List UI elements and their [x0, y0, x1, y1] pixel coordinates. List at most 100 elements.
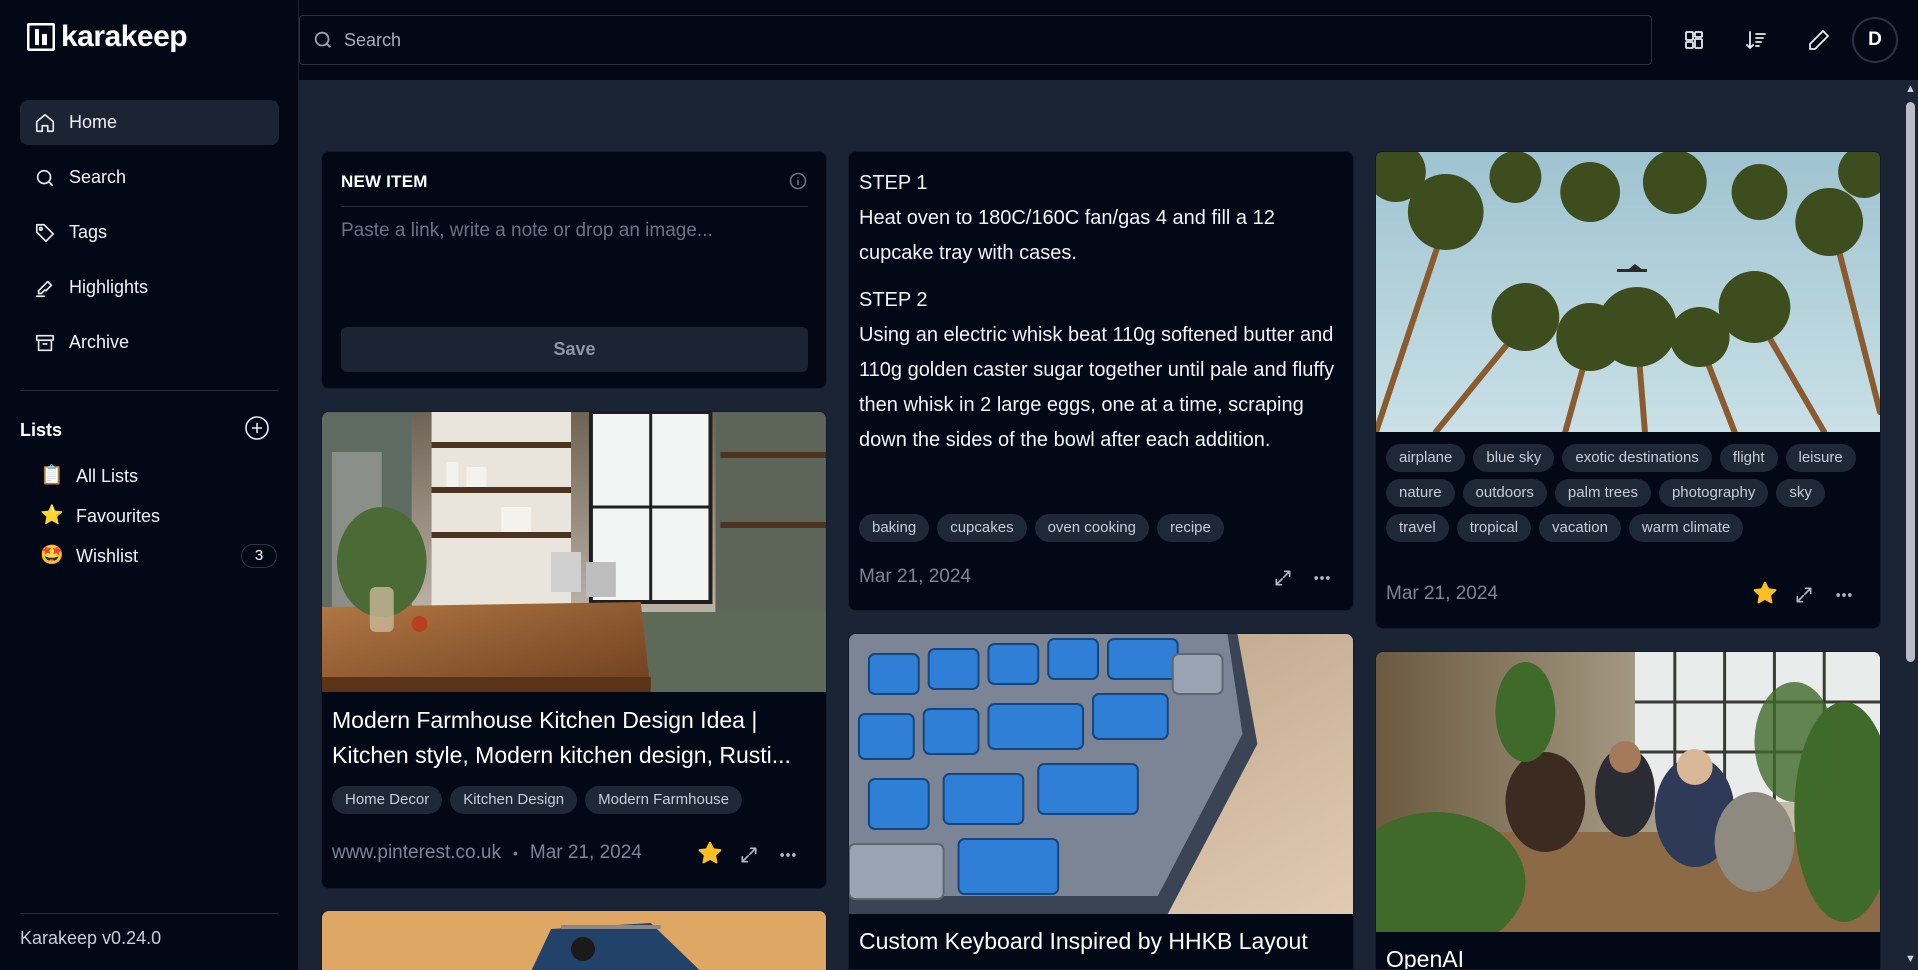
user-avatar[interactable]: D [1852, 17, 1898, 63]
bookmark-date: Mar 21, 2024 [529, 842, 642, 863]
new-item-input[interactable] [341, 220, 808, 310]
add-list-button[interactable] [244, 415, 270, 446]
bookmark-title[interactable]: Custom Keyboard Inspired by HHKB Layout [859, 924, 1349, 959]
tag-chip[interactable]: airplane [1386, 444, 1466, 472]
search-bar[interactable] [299, 15, 1652, 65]
more-options-icon[interactable] [1309, 565, 1335, 591]
sidebar-item-tags[interactable]: Tags [20, 210, 279, 255]
info-icon[interactable] [789, 172, 807, 195]
step-text: Heat oven to 180C/160C fan/gas 4 and fil… [859, 207, 1275, 264]
bookmark-title[interactable]: OpenAI [1386, 942, 1876, 969]
tag-chip[interactable]: flight [1719, 444, 1778, 472]
search-input[interactable] [344, 29, 1544, 51]
tag-list: baking cupcakes oven cooking recipe [859, 514, 1349, 542]
tag-chip[interactable]: tropical [1456, 514, 1532, 542]
favourite-star-icon[interactable] [1752, 580, 1778, 606]
expand-icon[interactable] [1791, 582, 1817, 608]
tag-chip[interactable]: baking [859, 514, 930, 542]
sidebar: karakeep Home Search Tags Highlights Arc… [0, 0, 299, 970]
layout-toggle-button[interactable] [1676, 22, 1712, 58]
list-item-label: Favourites [76, 505, 161, 526]
bookmark-card-openai[interactable]: OpenAI [1375, 651, 1881, 970]
tag-chip[interactable]: warm climate [1628, 514, 1744, 542]
tag-chip[interactable]: vacation [1539, 514, 1621, 542]
edit-mode-button[interactable] [1801, 22, 1837, 58]
sort-descending-icon [1746, 31, 1766, 49]
source-link[interactable]: www.pinterest.co.uk [332, 842, 501, 864]
plus-circle-icon [245, 416, 269, 440]
scroll-up-arrow-icon[interactable]: ▲ [1905, 84, 1916, 95]
grid-layout-icon [1685, 31, 1703, 49]
sidebar-item-home[interactable]: Home [20, 100, 279, 145]
tag-chip[interactable]: cupcakes [937, 514, 1027, 542]
sidebar-item-search[interactable]: Search [20, 155, 279, 200]
meta-separator: • [512, 845, 518, 861]
clipboard-icon: 📋 [40, 465, 64, 486]
sidebar-item-archive[interactable]: Archive [20, 320, 279, 365]
bookmark-title[interactable]: Modern Farmhouse Kitchen Design Idea | K… [332, 703, 822, 773]
tag-chip[interactable]: exotic destinations [1562, 444, 1712, 472]
step-text: Using an electric whisk beat 110g soften… [859, 324, 1335, 451]
favourite-star-icon[interactable] [697, 840, 723, 866]
sidebar-item-label: Highlights [69, 277, 149, 297]
bookmark-meta: Mar 21, 2024 [859, 566, 971, 588]
bookmark-date: Mar 21, 2024 [1386, 583, 1498, 604]
note-card-recipe[interactable]: STEP 1 Heat oven to 180C/160C fan/gas 4 … [848, 151, 1354, 611]
palm-trees-photo[interactable] [1376, 152, 1880, 432]
tag-chip[interactable]: nature [1386, 479, 1455, 507]
step-title: STEP 1 [859, 172, 928, 194]
app-name: karakeep [61, 20, 188, 53]
scrollbar[interactable]: ▲ ▼ [1903, 80, 1918, 970]
office-people-photo[interactable] [1376, 652, 1880, 932]
tag-chip[interactable]: sky [1776, 479, 1825, 507]
search-icon [36, 169, 54, 186]
list-item-wishlist[interactable]: 🤩 Wishlist 3 [40, 536, 279, 576]
keyboard-photo[interactable] [849, 634, 1353, 914]
bookmark-meta: Mar 21, 2024 [1386, 583, 1498, 605]
new-item-card: NEW ITEM Save [321, 151, 827, 389]
bookmark-card-electronics[interactable] [321, 910, 827, 970]
tag-chip[interactable]: oven cooking [1034, 514, 1149, 542]
bookmark-card-kitchen[interactable]: Modern Farmhouse Kitchen Design Idea | K… [321, 411, 827, 889]
search-icon [314, 31, 331, 48]
pencil-icon [1809, 30, 1829, 50]
tag-chip[interactable]: travel [1386, 514, 1449, 542]
note-content[interactable]: STEP 1 Heat oven to 180C/160C fan/gas 4 … [859, 166, 1349, 458]
tag-chip[interactable]: outdoors [1462, 479, 1547, 507]
more-options-icon[interactable] [1831, 582, 1857, 608]
sidebar-item-label: Search [69, 167, 127, 187]
sort-button[interactable] [1738, 22, 1774, 58]
image-card-palm-trees[interactable]: airplane blue sky exotic destinations fl… [1375, 151, 1881, 629]
tag-chip[interactable]: Home Decor [332, 786, 443, 814]
expand-icon[interactable] [1270, 565, 1296, 591]
kitchen-photo[interactable] [322, 412, 826, 692]
star-struck-icon: 🤩 [40, 545, 64, 566]
tag-chip[interactable]: blue sky [1473, 444, 1555, 472]
new-item-divider [341, 206, 808, 207]
lists: 📋 All Lists ⭐ Favourites 🤩 Wishlist 3 [40, 456, 279, 576]
sidebar-item-label: Archive [69, 332, 130, 352]
list-item-all-lists[interactable]: 📋 All Lists [40, 456, 279, 496]
tag-chip[interactable]: leisure [1785, 444, 1856, 472]
main-nav: Home Search Tags Highlights Archive [20, 100, 279, 375]
tag-chip[interactable]: recipe [1156, 514, 1224, 542]
expand-icon[interactable] [736, 842, 762, 868]
wishlist-count-badge: 3 [241, 544, 277, 568]
list-item-label: Wishlist [76, 545, 138, 566]
tag-chip[interactable]: photography [1658, 479, 1769, 507]
highlighter-icon [35, 280, 53, 297]
list-item-favourites[interactable]: ⭐ Favourites [40, 496, 279, 536]
bookmark-card-keyboard[interactable]: Custom Keyboard Inspired by HHKB Layout [848, 633, 1354, 970]
tag-chip[interactable]: Kitchen Design [450, 786, 578, 814]
more-options-icon[interactable] [775, 842, 801, 868]
save-button[interactable]: Save [341, 327, 808, 372]
tag-chip[interactable]: palm trees [1554, 479, 1651, 507]
circuit-board-photo[interactable] [322, 911, 826, 970]
sidebar-item-highlights[interactable]: Highlights [20, 265, 279, 310]
sidebar-item-label: Tags [69, 222, 108, 242]
app-logo[interactable]: karakeep [27, 20, 188, 53]
sidebar-footer-divider [20, 913, 279, 914]
scroll-thumb[interactable] [1906, 102, 1915, 662]
scroll-down-arrow-icon[interactable]: ▼ [1905, 954, 1916, 965]
tag-chip[interactable]: Modern Farmhouse [585, 786, 743, 814]
